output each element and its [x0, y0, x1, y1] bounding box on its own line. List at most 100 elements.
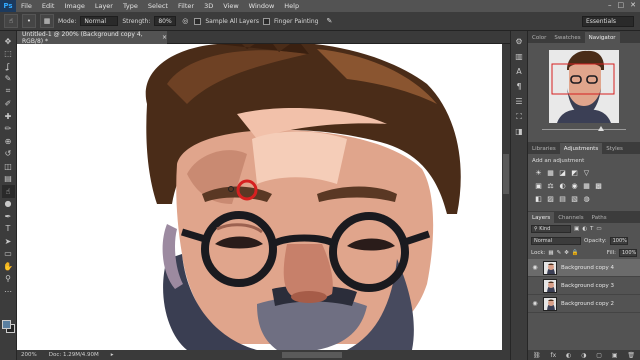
tab-color[interactable]: Color [528, 32, 550, 43]
filter-adjustment-icon[interactable]: ◐ [582, 226, 587, 232]
mode-select[interactable]: Normal [80, 16, 119, 26]
eyedropper-icon[interactable]: ✐ [2, 98, 15, 111]
layer-row[interactable]: ◉ Background copy 4 [528, 259, 640, 277]
brightness-contrast-icon[interactable]: ☀ [534, 168, 543, 177]
delete-layer-icon[interactable]: 🗑 [627, 352, 635, 359]
photo-filter-icon[interactable]: ◉ [570, 181, 579, 190]
brush-icon[interactable]: ✏ [2, 123, 15, 136]
filter-type-icon[interactable]: T [590, 226, 593, 232]
layer-row[interactable]: ◉ Background copy 2 [528, 295, 640, 313]
brush-size-icon[interactable]: • [22, 14, 36, 28]
properties-icon[interactable]: ☰ [513, 95, 526, 108]
smudge-tool-preset-icon[interactable]: ☝ [4, 14, 18, 28]
pressure-icon[interactable]: ◎ [180, 16, 190, 26]
hand-icon[interactable]: ✋ [2, 260, 15, 273]
styles-icon[interactable]: ◨ [513, 125, 526, 138]
tab-channels[interactable]: Channels [554, 212, 587, 223]
strength-field[interactable]: 80% [154, 16, 177, 26]
navigator-preview[interactable] [549, 50, 619, 123]
clone-stamp-icon[interactable]: ⊕ [2, 135, 15, 148]
hue-saturation-icon[interactable]: ▣ [534, 181, 543, 190]
vertical-scrollbar[interactable] [502, 44, 510, 350]
eraser-icon[interactable]: ◫ [2, 160, 15, 173]
color-balance-icon[interactable]: ⚖ [546, 181, 555, 190]
blend-mode-select[interactable]: Normal [531, 237, 581, 245]
tool-presets-icon[interactable]: ⚙ [513, 35, 526, 48]
info-icon[interactable]: ⛶ [513, 110, 526, 123]
new-group-icon[interactable]: ▢ [596, 352, 602, 359]
document-close-icon[interactable]: × [162, 34, 167, 41]
pen-icon[interactable]: ✒ [2, 210, 15, 223]
crop-icon[interactable]: ⌗ [2, 85, 15, 98]
move-icon[interactable]: ✥ [2, 35, 15, 48]
histogram-icon[interactable]: ▥ [513, 50, 526, 63]
smudge-icon[interactable]: ☝ [1, 185, 15, 198]
navigator-zoom-slider[interactable] [534, 125, 634, 134]
curves-icon[interactable]: ◪ [558, 168, 567, 177]
lock-all-icon[interactable]: 🔒 [572, 250, 579, 256]
minimize-icon[interactable]: – [608, 1, 612, 9]
lock-position-icon[interactable]: ✥ [564, 250, 569, 256]
posterize-icon[interactable]: ▨ [546, 194, 555, 203]
add-mask-icon[interactable]: ◐ [566, 352, 571, 359]
layer-row[interactable]: Background copy 3 [528, 277, 640, 295]
menu-filter[interactable]: Filter [173, 2, 199, 10]
exposure-icon[interactable]: ◩ [570, 168, 579, 177]
lasso-icon[interactable]: ʆ [2, 60, 15, 73]
tab-layers[interactable]: Layers [528, 212, 555, 223]
menu-select[interactable]: Select [143, 2, 173, 10]
close-icon[interactable]: ✕ [630, 1, 636, 9]
path-select-icon[interactable]: ➤ [2, 235, 15, 248]
healing-brush-icon[interactable]: ✚ [2, 110, 15, 123]
lock-pixels-icon[interactable]: ✎ [557, 250, 562, 256]
gradient-icon[interactable]: ▤ [2, 173, 15, 186]
menu-help[interactable]: Help [279, 2, 304, 10]
menu-file[interactable]: File [16, 2, 37, 10]
tab-paths[interactable]: Paths [588, 212, 611, 223]
eye-icon[interactable]: ◉ [531, 264, 539, 271]
canvas[interactable] [17, 44, 510, 350]
rectangle-icon[interactable]: ▭ [2, 248, 15, 261]
menu-window[interactable]: Window [244, 2, 280, 10]
foreground-color-swatch[interactable] [2, 320, 11, 329]
finger-painting-checkbox[interactable] [262, 17, 270, 25]
tab-swatches[interactable]: Swatches [550, 32, 584, 43]
kind-filter-select[interactable]: ⚲ Kind [531, 225, 571, 233]
gradient-map-icon[interactable]: ▧ [570, 194, 579, 203]
quick-select-icon[interactable]: ✎ [2, 73, 15, 86]
selective-color-icon[interactable]: ◍ [582, 194, 591, 203]
navigator-zoom-knob[interactable] [598, 126, 604, 131]
menu-3d[interactable]: 3D [199, 2, 218, 10]
threshold-icon[interactable]: ▤ [558, 194, 567, 203]
paragraph-icon[interactable]: ¶ [513, 80, 526, 93]
new-adjustment-icon[interactable]: ◑ [581, 352, 586, 359]
workspace-select[interactable]: Essentials [582, 16, 634, 27]
type-icon[interactable]: T [2, 223, 15, 236]
marquee-icon[interactable]: ⬚ [2, 48, 15, 61]
menu-layer[interactable]: Layer [90, 2, 118, 10]
tab-styles[interactable]: Styles [602, 143, 627, 154]
filter-shape-icon[interactable]: ▭ [596, 226, 601, 232]
status-arrow-icon[interactable]: ▸ [111, 352, 114, 358]
levels-icon[interactable]: ▦ [546, 168, 555, 177]
menu-edit[interactable]: Edit [37, 2, 60, 10]
zoom-level[interactable]: 200% [21, 352, 37, 358]
tab-adjustments[interactable]: Adjustments [559, 143, 603, 154]
menu-image[interactable]: Image [59, 2, 89, 10]
new-layer-icon[interactable]: ▣ [612, 352, 618, 359]
brush-panel-icon[interactable]: ▦ [40, 14, 54, 28]
vibrance-icon[interactable]: ▽ [582, 168, 591, 177]
maximize-icon[interactable]: □ [618, 1, 625, 9]
black-white-icon[interactable]: ◐ [558, 181, 567, 190]
layer-style-icon[interactable]: fx [550, 352, 556, 359]
filter-pixel-icon[interactable]: ▣ [574, 226, 579, 232]
lock-transparent-icon[interactable]: ▦ [548, 250, 553, 256]
document-tab[interactable]: Untitled-1 @ 200% (Background copy 4, RG… [17, 31, 167, 45]
horizontal-scroll-thumb[interactable] [282, 352, 342, 358]
vertical-scroll-thumb[interactable] [503, 154, 509, 194]
fill-field[interactable]: 100% [619, 249, 637, 257]
eye-icon[interactable]: ◉ [531, 300, 539, 307]
menu-view[interactable]: View [218, 2, 243, 10]
dodge-icon[interactable]: ● [2, 198, 15, 211]
zoom-icon[interactable]: ⚲ [2, 273, 15, 286]
